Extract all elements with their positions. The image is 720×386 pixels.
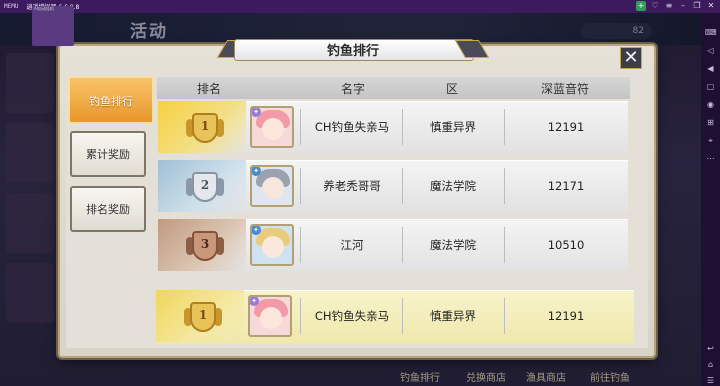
tab-fishing-rank[interactable]: 钓鱼排行 [68,76,154,124]
keyboard-icon[interactable]: ⌨ [705,27,717,38]
screenshot-icon[interactable]: ▢ [705,81,716,92]
gold-medal-icon: 1 [184,296,222,336]
recent-apps-icon[interactable]: ☰ [705,375,716,386]
rank-number: 1 [200,119,210,133]
back-icon[interactable]: ↩ [705,343,716,354]
apk-icon[interactable]: ⊞ [705,117,716,128]
panel-header: 钓鱼排行 [216,36,490,62]
header-rank: 排名 [197,82,222,96]
class-badge-icon: ✦ [250,297,259,306]
player-zone: 慎重异界 [430,120,476,134]
player-name: CH钓鱼失亲马 [314,309,390,323]
tab-rank-rewards[interactable]: 排名奖励 [70,186,146,232]
class-badge-icon: ✦ [252,167,261,176]
rank-number: 1 [198,308,208,322]
more-icon[interactable]: ⋯ [705,153,716,164]
class-badge-icon: ✦ [252,108,261,117]
avatar[interactable]: ✦ [250,106,294,148]
silver-medal-icon: 2 [186,166,224,206]
volume-down-icon[interactable]: ◀ [705,63,716,74]
bronze-medal-icon: 3 [186,225,224,265]
record-icon[interactable]: ◉ [705,99,716,110]
volume-up-icon[interactable]: ◁ [705,45,716,56]
table-row-self[interactable]: 1 ✦ CH钓鱼失亲马 慎重异界 12191 [156,290,634,344]
minimize-icon[interactable]: – [678,1,688,11]
player-name: 江河 [340,238,364,252]
gold-medal-icon: 1 [186,107,224,147]
emulator-sidebar: ⌨ ◁ ◀ ▢ ◉ ⊞ ⌖ ⋯ ↩ ⌂ ☰ [701,13,720,386]
class-badge-icon: ✦ [252,226,261,235]
location-icon[interactable]: ⌖ [705,135,716,146]
rank-number: 3 [200,237,210,251]
plus-icon[interactable]: + [636,1,646,11]
header-name: 名字 [341,82,366,96]
table-row-rank-1[interactable]: 1 ✦ CH钓鱼失亲马 慎重异界 12191 [158,101,628,153]
table-row-rank-2[interactable]: 2 ✦ 养老秃哥哥 魔法学院 12171 [158,160,628,212]
tab-cumulative-rewards[interactable]: 累计奖励 [70,131,146,177]
rank-number: 2 [200,178,210,192]
avatar[interactable]: ✦ [250,165,294,207]
table-row-rank-3[interactable]: 3 ✦ 江河 魔法学院 10510 [158,219,628,271]
player-zone: 慎重异界 [430,309,476,323]
close-button[interactable]: ✕ [620,47,642,69]
emulator-titlebar: MEMU 逍遥模拟器 6.6.0.8 AI自动挂机 + ♡ ≡ – ❐ ✕ [0,0,720,46]
player-name: CH钓鱼失亲马 [314,120,390,134]
player-zone: 魔法学院 [430,238,476,252]
home-icon[interactable]: ⌂ [705,359,716,370]
emulator-logo: MEMU [4,3,19,10]
heart-icon[interactable]: ♡ [650,1,660,11]
close-icon[interactable]: ✕ [706,1,716,11]
player-score: 12191 [547,309,585,323]
restore-icon[interactable]: ❐ [692,1,702,11]
avatar[interactable]: ✦ [248,295,292,337]
player-score: 12171 [547,179,585,193]
table-header: 排名 名字 区 深蓝音符 [157,77,630,99]
header-score: 深蓝音符 [541,82,590,96]
player-score: 12191 [547,120,585,134]
header-zone: 区 [446,82,459,96]
avatar[interactable]: ✦ [250,224,294,266]
menu-icon[interactable]: ≡ [664,1,674,11]
player-name: 养老秃哥哥 [323,179,381,193]
player-zone: 魔法学院 [430,179,476,193]
emulator-badge[interactable]: AI自动挂机 [32,6,74,46]
panel-title: 钓鱼排行 [326,44,379,59]
player-score: 10510 [547,238,585,252]
